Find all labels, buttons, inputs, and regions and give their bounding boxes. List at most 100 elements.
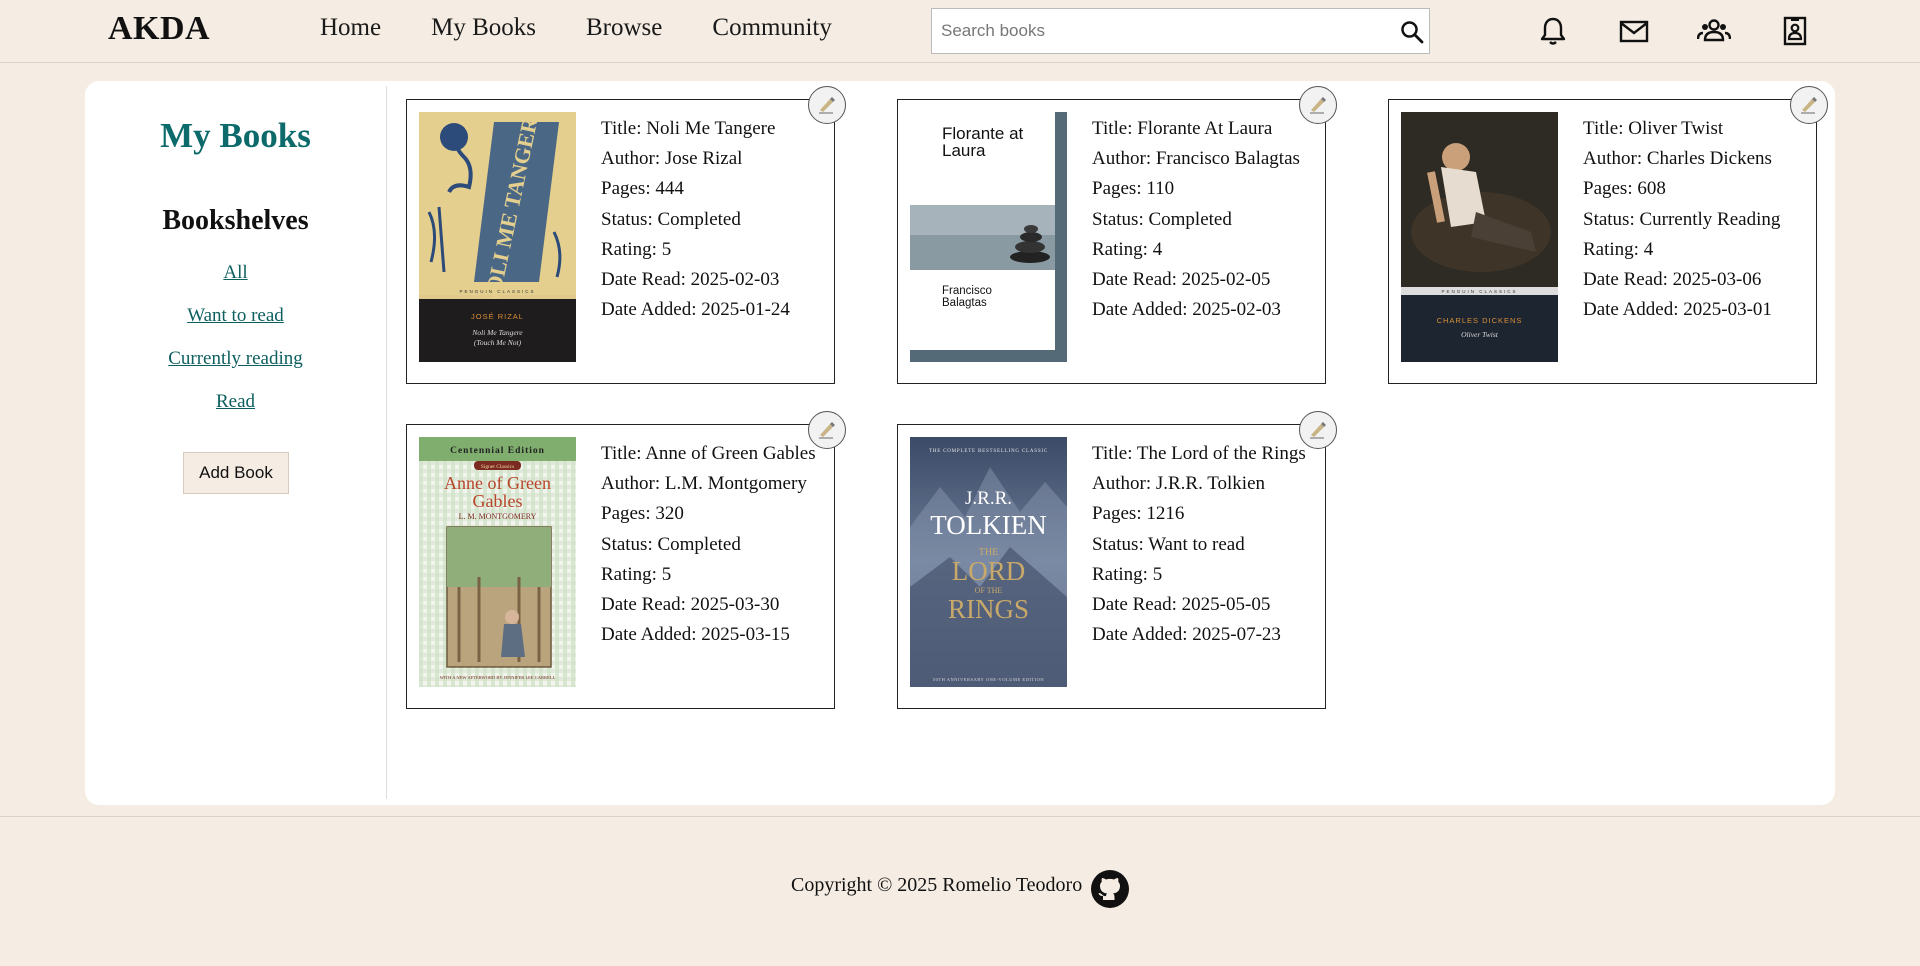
cover-title-line1: Anne of Green (444, 473, 551, 493)
book-cover[interactable]: THE COMPLETE BESTSELLING CLASSIC J.R.R. … (910, 437, 1067, 687)
book-date-read: Date Read: 2025-03-06 (1583, 269, 1762, 291)
svg-text:J.R.R.: J.R.R. (965, 488, 1012, 509)
shelf-link-read[interactable]: Read (85, 390, 386, 433)
edit-icon (819, 422, 835, 439)
edit-book-button[interactable] (1299, 86, 1337, 124)
book-card[interactable]: Florante at Laura Francisco Balagtas Tit… (897, 99, 1326, 384)
edit-icon (1801, 97, 1817, 114)
mail-icon[interactable] (1617, 14, 1651, 48)
nav-browse[interactable]: Browse (586, 14, 662, 42)
book-rating: Rating: 4 (1092, 238, 1163, 260)
add-book-button[interactable]: Add Book (183, 452, 289, 494)
top-navbar: AKDA Home My Books Browse Community (0, 0, 1920, 63)
book-pages: Pages: 444 (601, 178, 684, 200)
svg-text:Francisco: Francisco (942, 285, 992, 297)
book-card[interactable]: THE COMPLETE BESTSELLING CLASSIC J.R.R. … (897, 424, 1326, 709)
book-pages: Pages: 110 (1092, 178, 1175, 200)
book-info: Title: Noli Me Tangere Author: Jose Riza… (601, 114, 841, 325)
edit-book-button[interactable] (1299, 411, 1337, 449)
book-cover[interactable]: NOLI ME TANGERE PENGUIN CLASSICS JOSÉ RI… (419, 112, 576, 362)
bookshelves-sidebar: My Books Bookshelves All Want to read Cu… (85, 81, 386, 805)
edit-icon (1310, 97, 1326, 114)
book-title: Title: The Lord of the Rings (1092, 443, 1306, 464)
book-author: Author: Jose Rizal (601, 148, 743, 170)
book-status: Status: Completed (601, 533, 741, 555)
book-card[interactable]: PENGUIN CLASSICS CHARLES DICKENS Oliver … (1388, 99, 1817, 384)
book-title: Title: Florante At Laura (1092, 118, 1273, 139)
bell-icon[interactable] (1536, 14, 1570, 48)
edit-icon (819, 97, 835, 114)
search-box (931, 8, 1430, 54)
book-date-added: Date Added: 2025-02-03 (1092, 299, 1281, 321)
svg-text:TOLKIEN: TOLKIEN (930, 510, 1046, 540)
book-author: Author: J.R.R. Tolkien (1092, 473, 1266, 495)
nav-home[interactable]: Home (320, 14, 381, 42)
book-date-added: Date Added: 2025-03-15 (601, 624, 790, 646)
book-cover[interactable]: Florante at Laura Francisco Balagtas (910, 112, 1067, 362)
book-cover[interactable]: PENGUIN CLASSICS CHARLES DICKENS Oliver … (1401, 112, 1558, 362)
book-rating: Rating: 4 (1583, 238, 1654, 260)
book-date-added: Date Added: 2025-07-23 (1092, 624, 1281, 646)
book-title: Title: Oliver Twist (1583, 118, 1724, 139)
site-logo[interactable]: AKDA (108, 10, 210, 48)
svg-text:Oliver Twist: Oliver Twist (1461, 330, 1499, 339)
svg-text:JOSÉ RIZAL: JOSÉ RIZAL (471, 312, 524, 321)
book-rating: Rating: 5 (1092, 563, 1163, 585)
main-panel: My Books Bookshelves All Want to read Cu… (85, 81, 1835, 805)
book-status: Status: Completed (1092, 208, 1232, 230)
book-author: Author: L.M. Montgomery (601, 473, 807, 495)
book-status: Status: Currently Reading (1583, 208, 1781, 230)
book-date-read: Date Read: 2025-02-03 (601, 269, 780, 291)
edit-icon (1310, 422, 1326, 439)
svg-text:CHARLES DICKENS: CHARLES DICKENS (1437, 316, 1523, 325)
copyright-text: Copyright © 2025 Romelio Teodoro (791, 874, 1083, 896)
book-title: Title: Anne of Green Gables (601, 443, 816, 464)
cover-title-line2: Laura (942, 141, 986, 160)
footer: Copyright © 2025 Romelio Teodoro (0, 816, 1920, 966)
book-pages: Pages: 320 (601, 503, 684, 525)
book-date-read: Date Read: 2025-05-05 (1092, 594, 1271, 616)
book-author: Author: Charles Dickens (1583, 148, 1772, 170)
book-status: Status: Want to read (1092, 533, 1245, 555)
book-date-read: Date Read: 2025-02-05 (1092, 269, 1271, 291)
book-rating: Rating: 5 (601, 563, 672, 585)
search-icon[interactable] (1400, 20, 1424, 44)
book-card[interactable]: Centennial Edition Signet Classics Anne … (406, 424, 835, 709)
svg-text:Noli Me Tangere: Noli Me Tangere (471, 328, 523, 337)
svg-text:WITH A NEW AFTERWORD BY JENNIF: WITH A NEW AFTERWORD BY JENNIFER LEE CAR… (440, 675, 556, 680)
book-date-added: Date Added: 2025-03-01 (1583, 299, 1772, 321)
book-cover[interactable]: Centennial Edition Signet Classics Anne … (419, 437, 576, 687)
page-title: My Books (160, 116, 311, 155)
book-info: Title: Florante At Laura Author: Francis… (1092, 114, 1332, 325)
book-card[interactable]: NOLI ME TANGERE PENGUIN CLASSICS JOSÉ RI… (406, 99, 835, 384)
nav-community[interactable]: Community (712, 14, 831, 42)
book-date-read: Date Read: 2025-03-30 (601, 594, 780, 616)
edit-book-button[interactable] (1790, 86, 1828, 124)
main-nav: Home My Books Browse Community (320, 14, 882, 42)
book-status: Status: Completed (601, 208, 741, 230)
search-input[interactable] (932, 9, 1382, 53)
svg-text:50TH ANNIVERSARY ONE-VOLUME ED: 50TH ANNIVERSARY ONE-VOLUME EDITION (933, 677, 1044, 682)
edit-book-button[interactable] (808, 86, 846, 124)
shelf-links: All Want to read Currently reading Read (85, 261, 386, 433)
people-icon[interactable] (1697, 14, 1731, 48)
svg-text:RINGS: RINGS (948, 594, 1029, 624)
edit-book-button[interactable] (808, 411, 846, 449)
svg-text:L. M. MONTGOMERY: L. M. MONTGOMERY (459, 512, 537, 521)
svg-text:Centennial Edition: Centennial Edition (450, 446, 545, 456)
shelf-link-want-to-read[interactable]: Want to read (85, 304, 386, 347)
contact-card-icon[interactable] (1778, 14, 1812, 48)
sidebar-divider (386, 86, 387, 799)
shelf-link-currently-reading[interactable]: Currently reading (85, 347, 386, 390)
cover-title-line2: Gables (473, 491, 523, 511)
book-info: Title: Anne of Green Gables Author: L.M.… (601, 439, 841, 650)
nav-my-books[interactable]: My Books (431, 14, 536, 42)
shelf-link-all[interactable]: All (85, 261, 386, 304)
svg-text:THE COMPLETE BESTSELLING CLASS: THE COMPLETE BESTSELLING CLASSIC (929, 449, 1048, 454)
svg-text:PENGUIN CLASSICS: PENGUIN CLASSICS (459, 289, 535, 294)
book-rating: Rating: 5 (601, 238, 672, 260)
github-icon[interactable] (1090, 869, 1130, 909)
book-info: Title: The Lord of the Rings Author: J.R… (1092, 439, 1332, 650)
svg-text:LORD: LORD (952, 556, 1026, 586)
bookshelves-heading: Bookshelves (162, 205, 309, 236)
